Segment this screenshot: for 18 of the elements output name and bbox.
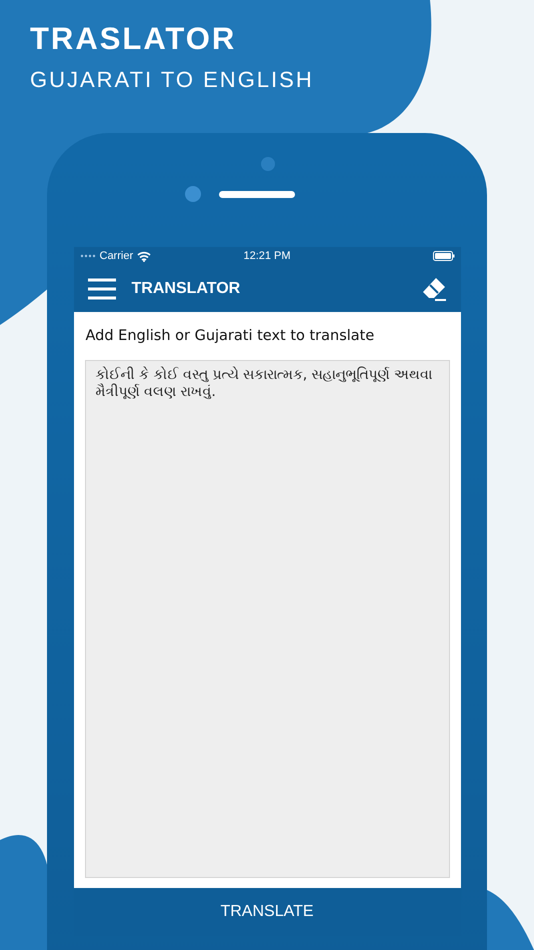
text-input-field[interactable]: કોઈની કે કોઈ વસ્તુ પ્રત્યે સકારાત્મક, સહાનુભૂતિપૂર્ણ અથવા મૈત્રીપૂર્ણ વલણ રાખવું. <box>84 360 450 878</box>
eraser-icon <box>420 276 446 302</box>
clear-button[interactable] <box>420 276 446 302</box>
menu-button[interactable] <box>88 278 116 300</box>
app-title: TRANSLATOR <box>132 280 242 298</box>
signal-icon <box>80 254 96 258</box>
sensor-icon <box>185 186 201 202</box>
carrier-label: Carrier <box>100 250 134 262</box>
battery-icon <box>432 251 454 261</box>
wifi-icon <box>137 250 152 262</box>
translate-button[interactable]: TRANSLATE <box>74 888 460 936</box>
clock-label: 12:21 PM <box>243 250 291 262</box>
speaker-icon <box>219 190 295 198</box>
instruction-text: Add English or Gujarati text to translate <box>86 328 376 344</box>
headline: TRASLATOR <box>30 20 238 58</box>
subheadline: GUJARATI TO ENGLISH <box>30 66 315 94</box>
menu-icon <box>88 278 116 300</box>
camera-icon <box>261 157 275 171</box>
